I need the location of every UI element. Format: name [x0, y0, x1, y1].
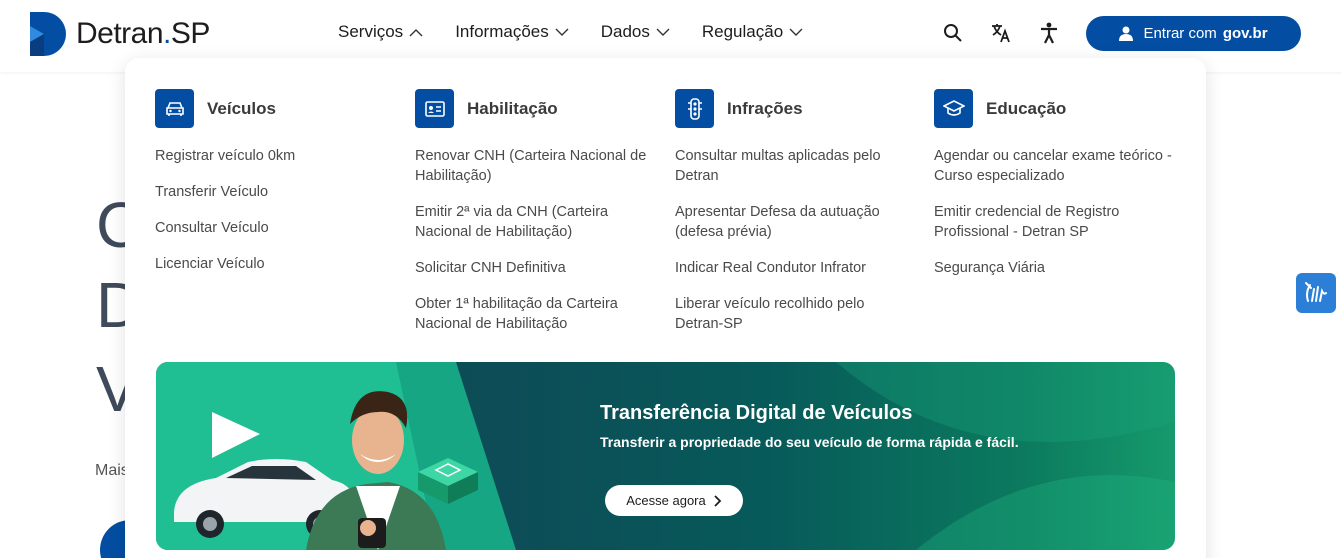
menu-column-habilitacao: Habilitação Renovar CNH (Carteira Nacion… — [415, 89, 655, 350]
menu-column-veiculos: Veículos Registrar veículo 0km Transferi… — [155, 89, 395, 290]
login-label: Entrar com — [1143, 25, 1217, 42]
logo-mark-icon — [30, 12, 68, 56]
menu-title-educacao: Educação — [986, 98, 1067, 118]
promo-banner[interactable]: Transferência Digital de Veículos Transf… — [156, 362, 1175, 550]
banner-subtitle: Transferir a propriedade do seu veículo … — [600, 434, 1019, 450]
header-tools — [940, 20, 1084, 46]
logo-text: Detran.SP — [76, 17, 210, 50]
menu-column-educacao: Educação Agendar ou cancelar exame teóri… — [934, 89, 1174, 294]
chevron-down-icon — [656, 28, 670, 36]
banner-illustration — [156, 362, 1175, 550]
menu-link[interactable]: Consultar Veículo — [155, 218, 395, 238]
chevron-right-icon — [714, 494, 722, 507]
graduation-cap-icon — [934, 89, 973, 128]
nav-regulacao[interactable]: Regulação — [702, 22, 803, 42]
chevron-down-icon — [555, 28, 569, 36]
banner-cta-label: Acesse agora — [626, 493, 706, 508]
nav-servicos[interactable]: Serviços — [338, 22, 423, 42]
id-card-icon — [415, 89, 454, 128]
menu-link[interactable]: Renovar CNH (Carteira Nacional de Habili… — [415, 146, 655, 186]
menu-link[interactable]: Emitir credencial de Registro Profission… — [934, 202, 1174, 242]
main-nav: Serviços Informações Dados Regulação — [338, 22, 835, 42]
banner-cta-button[interactable]: Acesse agora — [605, 485, 743, 516]
login-brand: gov.br — [1222, 25, 1268, 42]
servicos-dropdown: Veículos Registrar veículo 0km Transferi… — [125, 58, 1206, 558]
menu-link[interactable]: Obter 1ª habilitação da Carteira Naciona… — [415, 294, 655, 334]
menu-title-infracoes: Infrações — [727, 98, 803, 118]
translate-icon[interactable] — [988, 20, 1014, 46]
car-icon — [155, 89, 194, 128]
search-icon[interactable] — [940, 20, 966, 46]
menu-link[interactable]: Licenciar Veículo — [155, 254, 395, 274]
menu-link[interactable]: Indicar Real Condutor Infrator — [675, 258, 915, 278]
menu-link[interactable]: Segurança Viária — [934, 258, 1174, 278]
nav-dados[interactable]: Dados — [601, 22, 670, 42]
menu-link[interactable]: Consultar multas aplicadas pelo Detran — [675, 146, 915, 186]
menu-link[interactable]: Transferir Veículo — [155, 182, 395, 202]
menu-title-habilitacao: Habilitação — [467, 98, 558, 118]
chevron-up-icon — [409, 28, 423, 36]
login-govbr-button[interactable]: Entrar com gov.br — [1086, 16, 1301, 51]
traffic-light-icon — [675, 89, 714, 128]
nav-servicos-label: Serviços — [338, 22, 404, 41]
accessibility-icon[interactable] — [1036, 20, 1062, 46]
menu-link[interactable]: Solicitar CNH Definitiva — [415, 258, 655, 278]
menu-link[interactable]: Emitir 2ª via da CNH (Carteira Nacional … — [415, 202, 655, 242]
sign-language-icon[interactable] — [1296, 273, 1336, 313]
nav-informacoes[interactable]: Informações — [455, 22, 569, 42]
nav-regulacao-label: Regulação — [701, 22, 784, 41]
banner-title: Transferência Digital de Veículos — [600, 402, 913, 424]
hero-text: Mais — [95, 462, 129, 479]
menu-link[interactable]: Apresentar Defesa da autuação (defesa pr… — [675, 202, 915, 242]
menu-title-veiculos: Veículos — [207, 98, 276, 118]
menu-link[interactable]: Registrar veículo 0km — [155, 146, 395, 166]
chevron-down-icon — [789, 28, 803, 36]
nav-dados-label: Dados — [600, 22, 650, 41]
menu-column-infracoes: Infrações Consultar multas aplicadas pel… — [675, 89, 915, 350]
user-icon — [1119, 26, 1134, 41]
nav-informacoes-label: Informações — [455, 22, 549, 41]
menu-link[interactable]: Liberar veículo recolhido pelo Detran-SP — [675, 294, 915, 334]
detran-logo[interactable]: Detran.SP — [30, 12, 210, 56]
menu-link[interactable]: Agendar ou cancelar exame teórico - Curs… — [934, 146, 1174, 186]
